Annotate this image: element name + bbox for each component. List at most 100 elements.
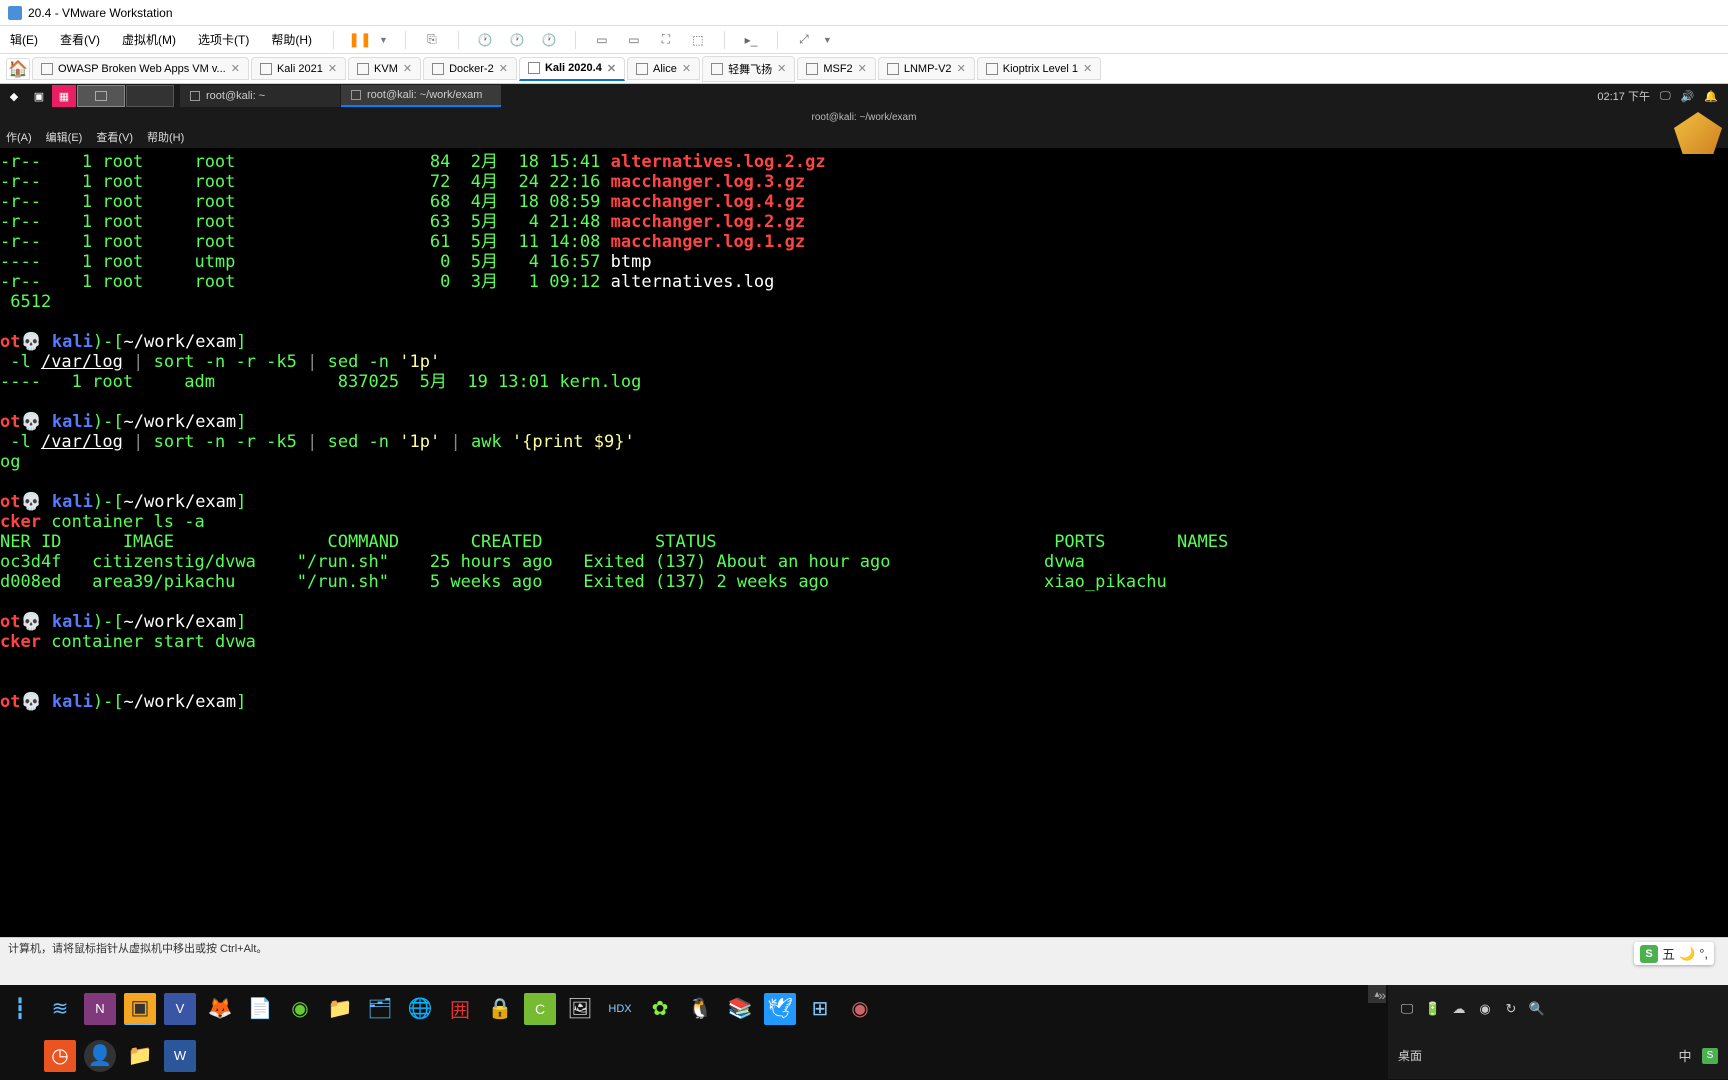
explorer-icon[interactable]: 🗂 bbox=[364, 993, 396, 1025]
visio-icon[interactable]: V bbox=[164, 993, 196, 1025]
view-unity-icon[interactable]: ⬚ bbox=[689, 31, 707, 49]
stretch-icon[interactable]: ⤢ bbox=[795, 31, 813, 49]
tray-search-icon[interactable]: 🔍 bbox=[1528, 1000, 1546, 1018]
bird-icon[interactable]: 🕊 bbox=[764, 993, 796, 1025]
vm-tab-kioptrix[interactable]: Kioptrix Level 1✕ bbox=[977, 57, 1101, 80]
explorer2-icon[interactable]: 📁 bbox=[124, 1040, 156, 1072]
tray-cloud-icon[interactable]: ☁ bbox=[1450, 1000, 1468, 1018]
ime-float[interactable]: S 五 🌙 °, bbox=[1634, 942, 1714, 965]
clover-icon[interactable]: ✿ bbox=[644, 993, 676, 1025]
console-icon[interactable]: ▸_ bbox=[742, 31, 760, 49]
ubuntu-icon[interactable]: ◷ bbox=[44, 1040, 76, 1072]
term-menu-help[interactable]: 帮助(H) bbox=[147, 129, 184, 145]
snapshot-take-icon[interactable]: 🕐 bbox=[476, 31, 494, 49]
vm-tab-lnmp[interactable]: LNMP-V2✕ bbox=[878, 57, 975, 80]
terminal-launcher-icon[interactable]: ▣ bbox=[27, 85, 51, 107]
app-red-icon[interactable]: 囲 bbox=[444, 993, 476, 1025]
vmware-taskbar-icon[interactable]: ▣ bbox=[124, 993, 156, 1025]
close-icon[interactable]: ✕ bbox=[777, 62, 786, 75]
vm-tab-kvm[interactable]: KVM ✕ bbox=[348, 57, 421, 80]
separator bbox=[458, 31, 459, 49]
folder-yellow-icon[interactable]: 📁 bbox=[324, 993, 356, 1025]
vmware-icon bbox=[8, 6, 22, 20]
vm-tab-kali2021[interactable]: Kali 2021✕ bbox=[251, 57, 346, 80]
menu-tabs[interactable]: 选项卡(T) bbox=[194, 29, 253, 50]
app-green-icon[interactable]: ◉ bbox=[284, 993, 316, 1025]
term-menu-view[interactable]: 查看(V) bbox=[96, 129, 133, 145]
view-multi-icon[interactable]: ▭ bbox=[625, 31, 643, 49]
term-menu-file[interactable]: 作(A) bbox=[6, 129, 32, 145]
edge-icon[interactable]: 🌐 bbox=[404, 993, 436, 1025]
screen-icon bbox=[528, 62, 540, 74]
snapshot-revert-icon[interactable]: 🕐 bbox=[508, 31, 526, 49]
hdx-icon[interactable]: HDX bbox=[604, 993, 636, 1025]
helper-icon[interactable]: ┇ bbox=[4, 993, 36, 1025]
view-single-icon[interactable]: ▭ bbox=[593, 31, 611, 49]
pause-button[interactable]: ❚❚ bbox=[351, 31, 369, 49]
close-icon[interactable]: ✕ bbox=[328, 62, 337, 75]
snapshot-manage-icon[interactable]: 🕐 bbox=[540, 31, 558, 49]
volume-icon[interactable]: 🔊 bbox=[1681, 90, 1695, 103]
close-icon[interactable]: ✕ bbox=[499, 62, 508, 75]
tray-refresh-icon[interactable]: ↻ bbox=[1502, 1000, 1520, 1018]
home-tab[interactable]: 🏠 bbox=[6, 58, 30, 80]
terminal-icon bbox=[190, 91, 200, 101]
kali-window-root1[interactable]: root@kali: ~ bbox=[180, 85, 340, 107]
vm-tab-docker2[interactable]: Docker-2✕ bbox=[423, 57, 517, 80]
vm-tab-kali2020[interactable]: Kali 2020.4✕ bbox=[519, 57, 625, 81]
close-icon[interactable]: ✕ bbox=[403, 62, 412, 75]
send-ctrl-alt-del-icon[interactable]: ⎘ bbox=[423, 31, 441, 49]
close-icon[interactable]: ✕ bbox=[1083, 62, 1092, 75]
screen-icon bbox=[806, 63, 818, 75]
vm-tab-qingwu[interactable]: 轻舞飞扬✕ bbox=[702, 56, 795, 82]
kali-menu-icon[interactable]: ◆ bbox=[2, 85, 26, 107]
power-dropdown[interactable]: ▼ bbox=[379, 35, 388, 45]
paint-icon[interactable]: 🖼 bbox=[564, 993, 596, 1025]
workspace-2[interactable] bbox=[126, 85, 174, 107]
workspace-1[interactable] bbox=[77, 85, 125, 107]
notifications-icon[interactable]: 🔔 bbox=[1704, 90, 1718, 103]
tray-app-icon[interactable]: ◉ bbox=[1476, 1000, 1494, 1018]
ime-lang[interactable]: 中 bbox=[1676, 1047, 1694, 1065]
kali-window-exam[interactable]: root@kali: ~/work/exam bbox=[341, 85, 501, 107]
terminal-window[interactable]: root@kali: ~/work/exam 作(A) 编辑(E) 查看(V) … bbox=[0, 108, 1728, 937]
tray-monitor-icon[interactable]: 🖵 bbox=[1398, 1000, 1416, 1018]
kali-window-list: root@kali: ~ root@kali: ~/work/exam bbox=[180, 85, 501, 107]
close-icon[interactable]: ✕ bbox=[957, 62, 966, 75]
camtasia-icon[interactable]: C bbox=[524, 993, 556, 1025]
vm-tab-label: KVM bbox=[374, 63, 398, 75]
term-menu-edit[interactable]: 编辑(E) bbox=[46, 129, 83, 145]
menu-help[interactable]: 帮助(H) bbox=[267, 29, 316, 50]
vm-tab-msf2[interactable]: MSF2✕ bbox=[797, 57, 876, 80]
terminal-content[interactable]: -r-- 1 root root 84 2月 18 15:41 alternat… bbox=[0, 148, 1728, 716]
word-icon[interactable]: W bbox=[164, 1040, 196, 1072]
qq-icon[interactable]: 🐧 bbox=[684, 993, 716, 1025]
display-icon[interactable]: 🖵 bbox=[1660, 90, 1671, 103]
menu-edit[interactable]: 辑(E) bbox=[6, 29, 42, 50]
tray-overflow-icon[interactable]: » bbox=[1378, 987, 1386, 1003]
vm-tab-owasp[interactable]: OWASP Broken Web Apps VM v...✕ bbox=[32, 57, 249, 80]
close-icon[interactable]: ✕ bbox=[682, 62, 691, 75]
desktop-label[interactable]: 桌面 bbox=[1398, 1047, 1422, 1064]
clock[interactable]: 02:17 下午 bbox=[1597, 88, 1650, 104]
books-icon[interactable]: 📚 bbox=[724, 993, 756, 1025]
firefox-icon[interactable]: 🦊 bbox=[204, 993, 236, 1025]
view-fullscreen-icon[interactable]: ⛶ bbox=[657, 31, 675, 49]
menu-vm[interactable]: 虚拟机(M) bbox=[118, 29, 180, 50]
tray-battery-icon[interactable]: 🔋 bbox=[1424, 1000, 1442, 1018]
close-icon[interactable]: ✕ bbox=[607, 62, 616, 75]
menu-view[interactable]: 查看(V) bbox=[56, 29, 104, 50]
sogou-tray-icon[interactable]: S bbox=[1702, 1048, 1718, 1064]
close-icon[interactable]: ✕ bbox=[858, 62, 867, 75]
avatar-icon[interactable]: 👤 bbox=[84, 1040, 116, 1072]
files-launcher-icon[interactable]: ▦ bbox=[52, 85, 76, 107]
windows-term-icon[interactable]: ⊞ bbox=[804, 993, 836, 1025]
notepad-icon[interactable]: 📄 bbox=[244, 993, 276, 1025]
close-icon[interactable]: ✕ bbox=[231, 62, 240, 75]
app-1-icon[interactable]: ≋ bbox=[44, 993, 76, 1025]
onenote-icon[interactable]: N bbox=[84, 993, 116, 1025]
vm-tab-alice[interactable]: Alice✕ bbox=[627, 57, 700, 80]
lock-icon[interactable]: 🔒 bbox=[484, 993, 516, 1025]
app-last-icon[interactable]: ◉ bbox=[844, 993, 876, 1025]
stretch-dropdown[interactable]: ▼ bbox=[823, 35, 832, 45]
